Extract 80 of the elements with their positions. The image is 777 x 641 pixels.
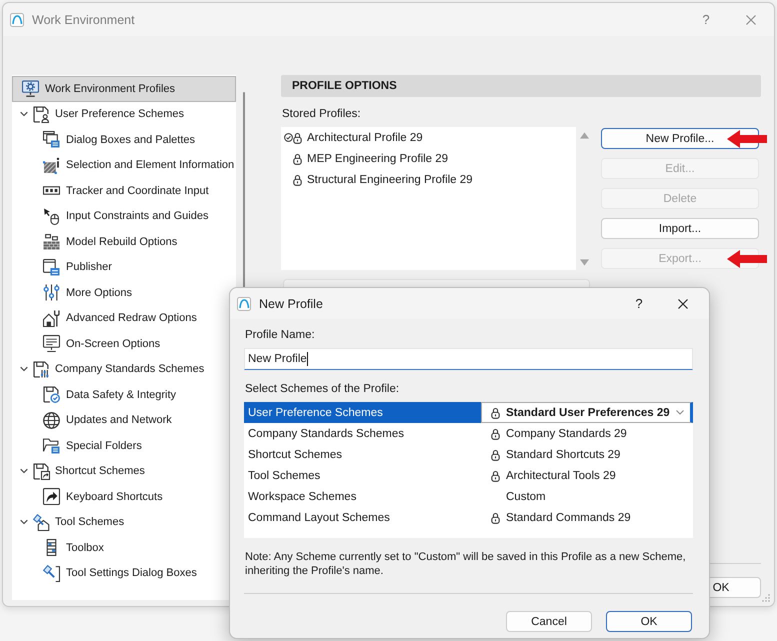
profile-list-item[interactable]: Architectural Profile 29 xyxy=(281,127,576,148)
ok-button[interactable]: OK xyxy=(606,611,692,632)
chevron-down-icon xyxy=(676,410,684,415)
scheme-list-item[interactable]: Workspace Schemes xyxy=(244,486,481,507)
tree-item[interactable]: User Preference Schemes xyxy=(12,102,236,127)
tree-item[interactable]: Keyboard Shortcuts xyxy=(12,484,236,510)
profile-name: Structural Engineering Profile 29 xyxy=(307,174,473,186)
close-icon xyxy=(678,298,688,308)
house-wrench-icon xyxy=(43,310,60,327)
floppy-disk-sliders-icon xyxy=(33,360,50,378)
tree-item[interactable]: More Options xyxy=(12,280,236,306)
window-title: Work Environment xyxy=(32,12,135,26)
sliders-icon xyxy=(43,284,60,302)
floppy-disk-shortcut-icon xyxy=(33,462,50,480)
scheme-list-item[interactable]: Shortcut Schemes xyxy=(244,444,481,465)
monitor-icon xyxy=(43,335,60,352)
hammer-icon xyxy=(43,564,60,582)
import-button[interactable]: Import... xyxy=(601,218,759,239)
tree-item[interactable]: Special Folders xyxy=(12,433,236,458)
tree-item[interactable]: Tool Settings Dialog Boxes xyxy=(12,560,236,586)
chevron-down-icon[interactable] xyxy=(20,467,28,476)
monitor-gear-icon xyxy=(22,80,39,98)
profile-list-item[interactable]: MEP Engineering Profile 29 xyxy=(281,148,576,169)
scheme-list-item[interactable]: Tool Schemes xyxy=(244,465,481,486)
close-icon xyxy=(746,14,756,24)
floppy-disk-check-icon xyxy=(43,386,60,404)
profile-list-item[interactable]: Structural Engineering Profile 29 xyxy=(281,169,576,190)
tree-item[interactable]: On-Screen Options xyxy=(12,331,236,356)
tree-item[interactable]: Publisher xyxy=(12,254,236,280)
tree-item[interactable]: Advanced Redraw Options xyxy=(12,306,236,331)
tree-item[interactable]: Work Environment Profiles xyxy=(12,76,236,102)
chevron-down-icon[interactable] xyxy=(20,365,28,374)
cursor-mouse-icon xyxy=(43,208,60,225)
tree-item[interactable]: Company Standards Schemes xyxy=(12,356,236,382)
arc-logo-icon xyxy=(237,296,251,310)
stacked-windows-icon xyxy=(43,131,60,148)
profile-name: Architectural Profile 29 xyxy=(307,132,423,144)
scheme-list-item[interactable]: Company Standards Schemes xyxy=(244,423,481,444)
chevron-down-icon[interactable] xyxy=(20,518,28,526)
scheme-value: Architectural Tools 29 xyxy=(506,470,616,482)
hatched-area-info-icon xyxy=(43,156,60,174)
help-button[interactable]: ? xyxy=(632,294,646,314)
scheme-value: Standard Commands 29 xyxy=(506,512,631,524)
scheme-value: Standard Shortcuts 29 xyxy=(506,448,620,460)
scheme-value: Company Standards 29 xyxy=(506,428,627,440)
tree-item[interactable]: Input Constraints and Guides xyxy=(12,204,236,229)
tree-item[interactable]: Selection and Element Information xyxy=(12,152,236,178)
scheme-list-item[interactable]: User Preference Schemes xyxy=(244,402,481,423)
dialog-title: New Profile xyxy=(259,296,323,310)
profile-name: MEP Engineering Profile 29 xyxy=(307,152,448,164)
tree-item[interactable]: Data Safety & Integrity xyxy=(12,382,236,408)
tree-item[interactable]: Dialog Boxes and Palettes xyxy=(12,127,236,152)
folder-icon xyxy=(43,437,60,454)
globe-icon xyxy=(43,412,60,429)
scheme-list-item[interactable]: Command Layout Schemes xyxy=(244,507,481,528)
resize-grip-icon[interactable] xyxy=(762,594,770,602)
scheme-value: Custom xyxy=(506,490,546,502)
text-cursor-icon xyxy=(306,352,308,366)
tree-item[interactable]: Tracker and Coordinate Input xyxy=(12,178,236,204)
section-header: PROFILE OPTIONS xyxy=(281,75,761,97)
note-text: Note: Any Scheme currently set to "Custom" will be saved in this Profile as a new Scheme, inheriting the Profile's name. xyxy=(244,550,687,578)
floppy-disk-person-icon xyxy=(33,106,50,123)
tree-item[interactable]: Updates and Network xyxy=(12,408,236,433)
tree-item[interactable]: Model Rebuild Options xyxy=(12,229,236,254)
window-list-icon xyxy=(43,258,60,276)
tree-item[interactable]: Toolbox xyxy=(12,535,236,560)
new-profile-button[interactable]: New Profile... xyxy=(601,128,759,149)
schemes-label: Select Schemes of the Profile: xyxy=(244,382,400,397)
help-button[interactable]: ? xyxy=(699,10,713,30)
cancel-button[interactable]: Cancel xyxy=(506,611,592,632)
chevron-down-icon[interactable] xyxy=(20,110,28,118)
hammer-house-icon xyxy=(33,514,50,531)
stored-profiles-label: Stored Profiles: xyxy=(281,107,362,122)
profile-name-field[interactable]: New Profile xyxy=(244,348,693,370)
tree-item[interactable]: Tool Schemes xyxy=(12,510,236,535)
brick-wall-icon xyxy=(43,233,60,250)
scheme-dropdown[interactable]: Standard User Preferences 29 xyxy=(481,402,693,423)
tree-item[interactable]: Shortcut Schemes xyxy=(12,458,236,484)
arc-logo-icon xyxy=(10,12,24,26)
profile-name-label: Profile Name: xyxy=(244,328,316,343)
